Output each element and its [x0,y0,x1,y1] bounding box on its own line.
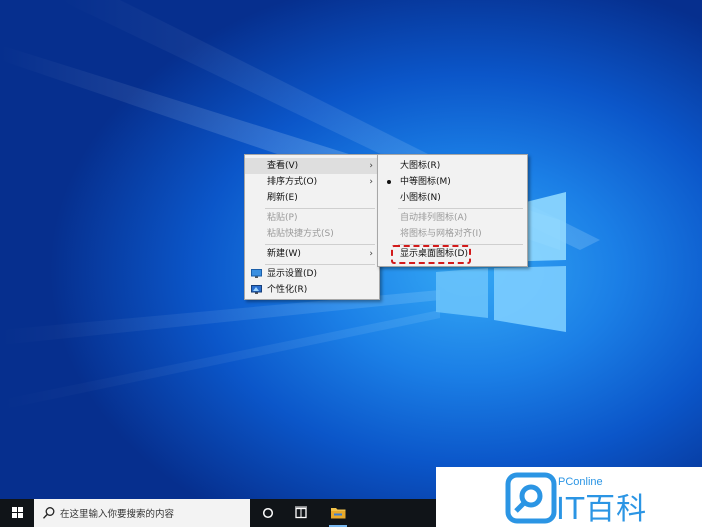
menu-item-personalize[interactable]: 个性化(R) [245,282,379,298]
menu-item-display-settings[interactable]: 显示设置(D) [245,266,379,282]
menu-item-paste[interactable]: 粘贴(P) [245,210,379,226]
selected-bullet-icon [387,180,391,184]
chevron-right-icon: › [369,161,373,171]
submenu-item-medium-icons[interactable]: 中等图标(M) [378,174,527,190]
chevron-right-icon: › [369,177,373,187]
menu-item-refresh[interactable]: 刷新(E) [245,190,379,206]
task-view-button[interactable] [288,499,314,527]
menu-item-view[interactable]: 查看(V) › [245,158,379,174]
view-submenu: 大图标(R) 中等图标(M) 小图标(N) 自动排列图标(A) 将图标与网格对齐… [377,154,528,267]
display-settings-icon [251,269,262,278]
menu-item-paste-shortcut[interactable]: 粘贴快捷方式(S) [245,226,379,242]
menu-separator [265,264,375,265]
cortana-button[interactable] [256,499,280,527]
watermark-brand-big: IT百科 [556,492,648,527]
submenu-item-large-icons[interactable]: 大图标(R) [378,158,527,174]
brand-logo-icon [505,472,557,524]
start-button[interactable] [0,499,34,527]
menu-item-new[interactable]: 新建(W) › [245,246,379,262]
cortana-icon [262,507,274,519]
search-icon [42,507,55,519]
personalize-icon [251,285,262,294]
file-explorer-button[interactable] [325,499,351,527]
menu-separator [398,208,523,209]
desktop-context-menu: 查看(V) › 排序方式(O) › 刷新(E) 粘贴(P) 粘贴快捷方式(S) … [244,154,380,300]
submenu-item-align-to-grid[interactable]: 将图标与网格对齐(I) [378,226,527,242]
highlight-annotation-box [391,245,471,264]
submenu-item-small-icons[interactable]: 小图标(N) [378,190,527,206]
watermark-logo: PConline IT百科 [436,467,702,527]
submenu-item-auto-arrange[interactable]: 自动排列图标(A) [378,210,527,226]
task-view-icon [295,506,307,519]
file-explorer-icon [331,508,346,519]
start-icon [12,507,23,518]
menu-separator [265,208,375,209]
chevron-right-icon: › [369,249,373,259]
search-placeholder: 在这里输入你要搜索的内容 [60,509,175,520]
taskbar-search-box[interactable]: 在这里输入你要搜索的内容 [34,499,250,527]
menu-item-sort-by[interactable]: 排序方式(O) › [245,174,379,190]
menu-separator [265,244,375,245]
